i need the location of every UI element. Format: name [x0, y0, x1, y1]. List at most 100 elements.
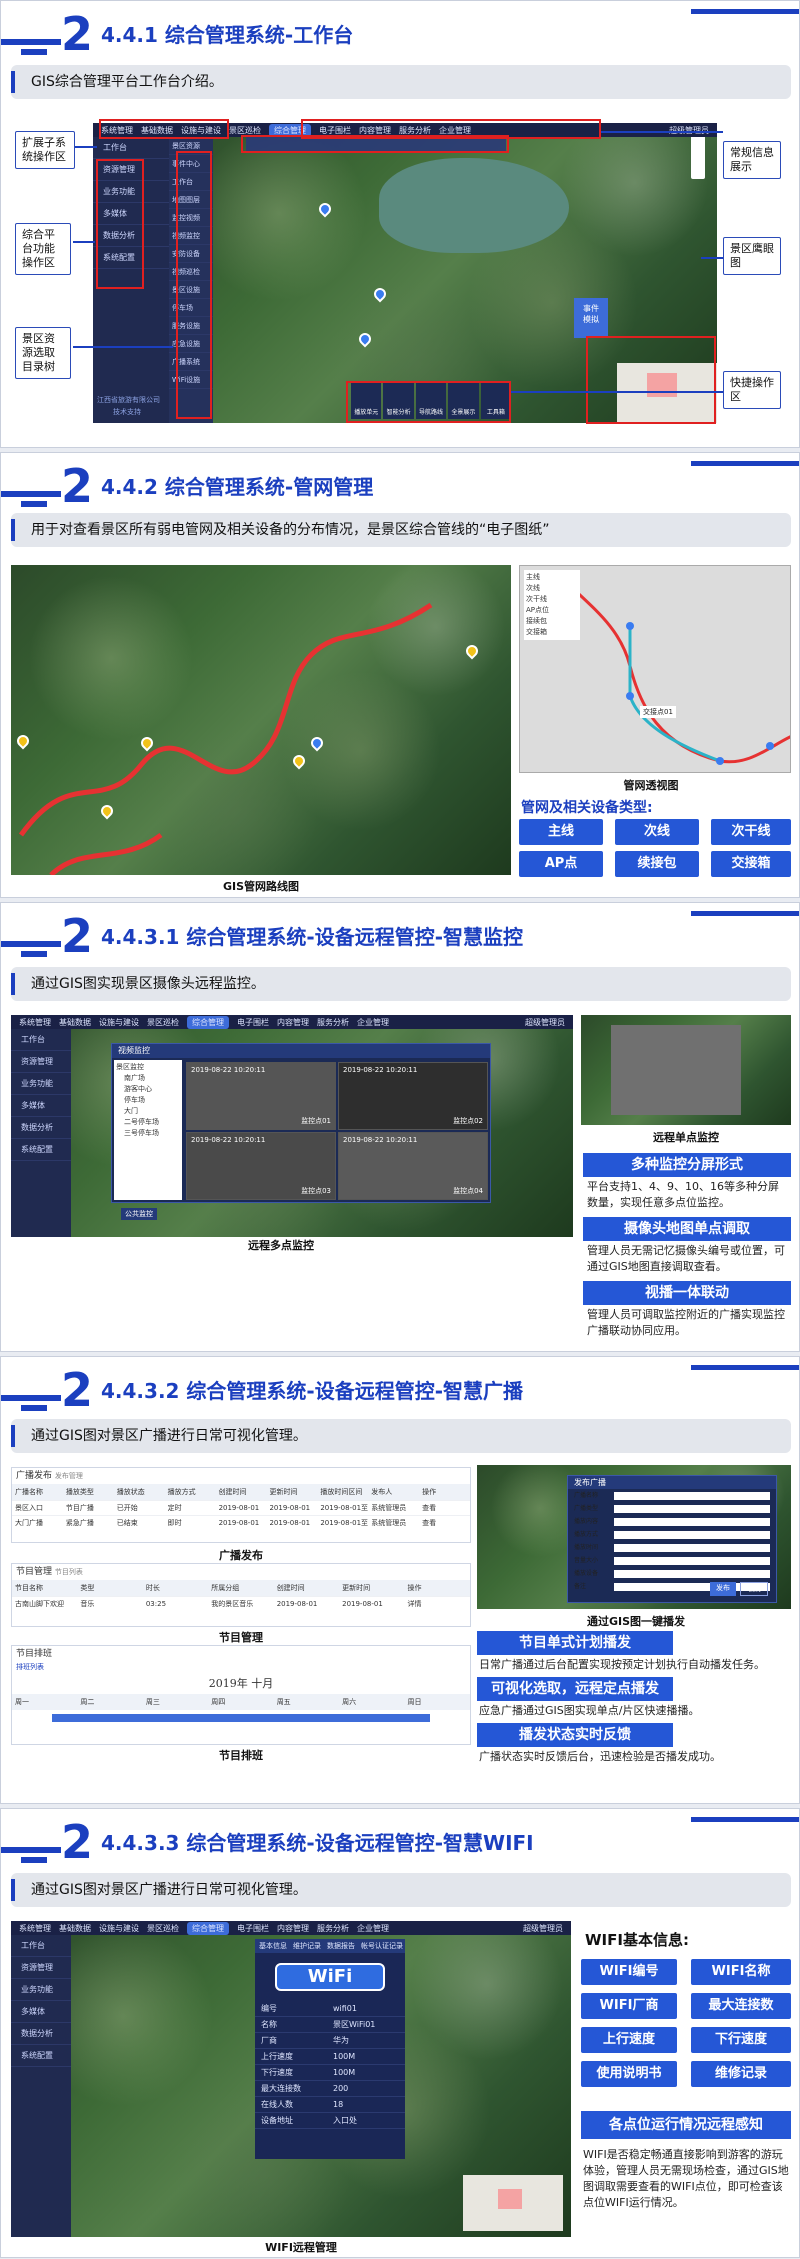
form-input[interactable] [614, 1544, 770, 1552]
wifi-attr-value: wifi01 [333, 2004, 357, 2013]
video-feed[interactable]: 2019-08-22 10:20:11 监控点02 [338, 1062, 488, 1130]
event-marker[interactable]: 事件 模拟 [574, 298, 608, 338]
publish-button[interactable]: 发布 [710, 1582, 736, 1596]
table-row[interactable]: 大门广播 紧急广播 已结束 即时 2019-08-01 2019-08-01 2019-08… [12, 1515, 470, 1530]
schedule-calendar[interactable]: 节目排班 排班列表 2019年 十月 周一 周二 周三 周四 周五 周六 周日 [11, 1645, 471, 1745]
table-row[interactable]: 景区入口 节目广播 已开始 定时 2019-08-01 2019-08-01 2019-08… [12, 1500, 470, 1515]
pipeline-map[interactable] [11, 565, 511, 875]
wifi-attr-key: 编号 [261, 2004, 277, 2013]
eagle-eye-map[interactable] [463, 2175, 563, 2231]
camera-tree[interactable]: 景区监控 南广场 游客中心 停车场 大门 二号停车场 三号停车场 [114, 1060, 182, 1200]
menu-item[interactable]: 电子围栏 [237, 1017, 269, 1028]
menu-item[interactable]: 企业管理 [357, 1017, 389, 1028]
sidebar-item[interactable]: 工作台 [11, 1935, 71, 1957]
menu-item[interactable]: 内容管理 [277, 1017, 309, 1028]
table-row[interactable]: 古南山脚下欢迎 音乐 03:25 我的景区音乐 2019-08-01 2019-08-01… [12, 1596, 470, 1611]
intro-text: 通过GIS图对景区广播进行日常可视化管理。 [11, 1873, 791, 1907]
intro-text: 通过GIS图对景区广播进行日常可视化管理。 [11, 1419, 791, 1453]
menu-item[interactable]: 综合管理 [187, 1015, 229, 1029]
wifi-attr-row: 最大连接数 200 [255, 2081, 405, 2097]
video-label: 监控点03 [301, 1187, 331, 1195]
menu-item[interactable]: 电子围栏 [237, 1923, 269, 1934]
user-name[interactable]: 超级管理员 [525, 1017, 565, 1028]
broadcast-map[interactable]: 发布广播 广播名称 广播类型 播放内容 播放方式 播放时间 音量大小 播放设备 备注 发布 取… [477, 1465, 791, 1609]
dialog-title: 视频监控 [112, 1044, 490, 1058]
broadcast-table[interactable]: 广播发布 发布管理 广播名称 播放类型 播放状态 播放方式 创建时间 更新时间 播放时间区间… [11, 1467, 471, 1543]
sidebar-item[interactable]: 数据分析 [11, 2023, 71, 2045]
info-tag: WIFI编号 [581, 1959, 677, 1985]
callout-label: 景区资源选取目录树 [15, 327, 71, 379]
tree-node[interactable]: 三号停车场 [116, 1128, 180, 1139]
video-dialog[interactable]: 视频监控 景区监控 南广场 游客中心 停车场 大门 二号停车场 三号停车场 2019-08-… [111, 1043, 491, 1203]
wifi-tab[interactable]: 基本信息 [259, 1939, 287, 1953]
zoom-control[interactable] [691, 135, 705, 179]
slide-pipeline: 2 4.4.2 综合管理系统-管网管理 用于对查看景区所有弱电管网及相关设备的分… [0, 452, 800, 898]
form-label: 播放内容 [574, 1518, 599, 1525]
menu-item[interactable]: 景区巡检 [147, 1017, 179, 1028]
tab-schedule[interactable]: 排班列表 [12, 1662, 470, 1674]
cancel-button[interactable]: 取消 [740, 1582, 768, 1596]
wifi-attr-value: 100M [333, 2068, 356, 2077]
sidebar-item[interactable]: 多媒体 [11, 1095, 71, 1117]
feature-desc: 广播状态实时反馈后台，迅速检验是否播发成功。 [479, 1750, 721, 1763]
menu-item[interactable]: 系统管理 [19, 1923, 51, 1934]
broadcast-dialog[interactable]: 发布广播 广播名称 广播类型 播放内容 播放方式 播放时间 音量大小 播放设备 备注 发布 取… [567, 1475, 777, 1603]
menu-item[interactable]: 服务分析 [317, 1923, 349, 1934]
sidebar-item[interactable]: 业务功能 [11, 1979, 71, 2001]
slide-monitoring: 2 4.4.3.1 综合管理系统-设备远程管控-智慧监控 通过GIS图实现景区摄… [0, 902, 800, 1352]
menu-item[interactable]: 景区巡检 [229, 125, 261, 136]
menu-item[interactable]: 设施与建设 [99, 1017, 139, 1028]
menu-item[interactable]: 内容管理 [277, 1923, 309, 1934]
sidebar-item[interactable]: 工作台 [11, 1029, 71, 1051]
sidebar-item[interactable]: 资源管理 [11, 1051, 71, 1073]
tree-node[interactable]: 大门 [116, 1106, 180, 1117]
wifi-tab[interactable]: 数据报告 [327, 1939, 355, 1953]
types-title: 管网及相关设备类型: [521, 800, 653, 816]
wifi-tab[interactable]: 维护记录 [293, 1939, 321, 1953]
tree-node[interactable]: 二号停车场 [116, 1117, 180, 1128]
footer-text: 江西省旅游有限公司 [97, 396, 160, 404]
type-tag: 续接包 [615, 851, 699, 877]
tree-node[interactable]: 停车场 [116, 1095, 180, 1106]
form-input[interactable] [614, 1492, 770, 1500]
menu-item[interactable]: 景区巡检 [147, 1923, 179, 1934]
wifi-tab[interactable]: 帐号认证记录 [361, 1939, 403, 1953]
form-input[interactable] [614, 1518, 770, 1526]
weekday-header: 周一 [15, 1698, 29, 1706]
form-input[interactable] [614, 1570, 770, 1578]
menu-item[interactable]: 基础数据 [59, 1923, 91, 1934]
sidebar-item[interactable]: 业务功能 [11, 1073, 71, 1095]
user-name[interactable]: 超级管理员 [669, 125, 709, 136]
sidebar-item[interactable]: 系统配置 [11, 2045, 71, 2067]
feature-head: 播发状态实时反馈 [477, 1723, 673, 1747]
callout-label: 综合平台功能操作区 [15, 223, 71, 275]
tree-node[interactable]: 景区监控 [116, 1062, 180, 1073]
tree-node[interactable]: 游客中心 [116, 1084, 180, 1095]
menu-item[interactable]: 企业管理 [357, 1923, 389, 1934]
menu-item[interactable]: 基础数据 [59, 1017, 91, 1028]
form-input[interactable] [614, 1505, 770, 1513]
form-input[interactable] [614, 1531, 770, 1539]
user-name[interactable]: 超级管理员 [523, 1923, 563, 1934]
program-table[interactable]: 节目管理 节目列表 节目名称 类型 时长 所属分组 创建时间 更新时间 操作 古南山脚下欢迎 音… [11, 1563, 471, 1627]
sidebar-item[interactable]: 资源管理 [11, 1957, 71, 1979]
menu-item[interactable]: 系统管理 [19, 1017, 51, 1028]
video-feed[interactable]: 2019-08-22 10:20:11 监控点03 [186, 1132, 336, 1200]
sidebar-item[interactable]: 工作台 [93, 137, 169, 159]
pipeline-perspective[interactable]: 主线 次线 次干线 AP点位 接续包 交接箱 交接点01 [519, 565, 791, 773]
sidebar-item[interactable]: 多媒体 [11, 2001, 71, 2023]
single-camera-view[interactable] [581, 1015, 791, 1125]
form-input[interactable] [614, 1557, 770, 1565]
table-cell: 2019-08-01至2019-08-31 [320, 1504, 369, 1512]
menu-item[interactable]: 综合管理 [187, 1921, 229, 1935]
sidebar-item[interactable]: 系统配置 [11, 1139, 71, 1161]
menu-item[interactable]: 服务分析 [317, 1017, 349, 1028]
video-feed[interactable]: 2019-08-22 10:20:11 监控点04 [338, 1132, 488, 1200]
video-feed[interactable]: 2019-08-22 10:20:11 监控点01 [186, 1062, 336, 1130]
tree-node[interactable]: 南广场 [116, 1073, 180, 1084]
sidebar-item[interactable]: 数据分析 [11, 1117, 71, 1139]
table-cell: 2019-08-01 [218, 1504, 260, 1512]
menu-item[interactable]: 设施与建设 [99, 1923, 139, 1934]
type-tag: 交接箱 [711, 851, 791, 877]
wifi-detail-panel[interactable]: 基本信息 维护记录 数据报告 帐号认证记录 WiFi 编号 wifi01 名称 景区WiFi… [255, 1939, 405, 2159]
